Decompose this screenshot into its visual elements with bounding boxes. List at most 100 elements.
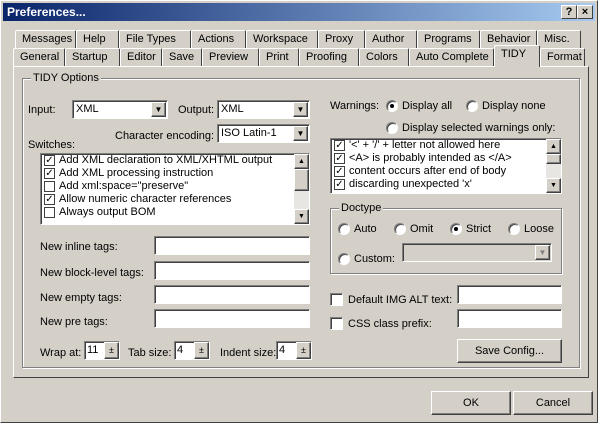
indent-label: Indent size: [220, 347, 277, 359]
switches-list[interactable]: ✓ Add XML declaration to XML/XHTML output… [40, 153, 310, 225]
preferences-window: Preferences... ? × Messages Help File Ty… [0, 0, 598, 423]
display-selected-radio[interactable] [386, 122, 398, 134]
default-alt-label: Default IMG ALT text: [348, 294, 453, 306]
encoding-select[interactable]: ISO Latin-1 ▼ [217, 124, 310, 143]
doctype-auto-radio[interactable] [338, 223, 350, 235]
doctype-loose-label[interactable]: Loose [524, 223, 554, 235]
display-none-label[interactable]: Display none [482, 100, 546, 112]
doctype-omit-label[interactable]: Omit [410, 223, 433, 235]
css-prefix-checkbox[interactable] [330, 317, 343, 330]
input-select[interactable]: XML ▼ [72, 100, 168, 119]
css-prefix-input[interactable] [457, 309, 562, 328]
default-alt-checkbox[interactable] [330, 293, 343, 306]
list-item[interactable]: Add xml:space="preserve" [41, 180, 309, 193]
tab-save[interactable]: Save [162, 48, 202, 67]
spin-icon[interactable]: ± [296, 342, 311, 359]
tab-help[interactable]: Help [76, 30, 119, 49]
list-item[interactable]: ✓ <A> is probably intended as </A> [331, 152, 561, 165]
doctype-auto-label[interactable]: Auto [354, 223, 377, 235]
scroll-down-icon[interactable]: ▼ [546, 178, 561, 193]
checkbox[interactable]: ✓ [334, 179, 345, 190]
close-icon[interactable]: × [577, 5, 593, 19]
tab-proxy[interactable]: Proxy [318, 30, 365, 49]
cancel-button[interactable]: Cancel [513, 391, 593, 415]
tab-startup[interactable]: Startup [65, 48, 120, 67]
display-none-radio[interactable] [466, 100, 478, 112]
list-item[interactable]: ✓ discarding unexpected 'x' [331, 178, 561, 191]
doctype-loose-radio[interactable] [508, 223, 520, 235]
chevron-down-icon[interactable]: ▼ [293, 102, 308, 117]
display-all-radio[interactable] [386, 100, 398, 112]
list-item[interactable]: ✓ content occurs after end of body [331, 165, 561, 178]
doctype-omit-radio[interactable] [394, 223, 406, 235]
doctype-custom-label[interactable]: Custom: [354, 253, 395, 265]
checkbox[interactable] [44, 207, 55, 218]
default-alt-input[interactable] [457, 285, 562, 304]
checkbox[interactable]: ✓ [334, 166, 345, 177]
chevron-down-icon[interactable]: ▼ [293, 126, 308, 141]
tab-editor[interactable]: Editor [120, 48, 162, 67]
help-icon[interactable]: ? [561, 5, 577, 19]
tab-proofing[interactable]: Proofing [299, 48, 359, 67]
checkbox[interactable]: ✓ [44, 194, 55, 205]
doctype-strict-label[interactable]: Strict [466, 223, 491, 235]
list-item[interactable]: ✓ Add XML processing instruction [41, 167, 309, 180]
display-all-label[interactable]: Display all [402, 100, 452, 112]
tab-programs[interactable]: Programs [417, 30, 480, 49]
empty-tags-input[interactable] [154, 285, 310, 304]
checkbox[interactable] [44, 181, 55, 192]
warnings-list[interactable]: ✓ '<' + '/' + letter not allowed here ✓ <A… [330, 138, 562, 194]
tab-misc[interactable]: Misc. [537, 30, 581, 49]
checkbox[interactable]: ✓ [334, 140, 345, 151]
scroll-down-icon[interactable]: ▼ [294, 209, 309, 224]
save-config-button[interactable]: Save Config... [457, 339, 562, 363]
block-tags-label: New block-level tags: [40, 267, 144, 279]
indent-stepper[interactable]: 4 ± [276, 341, 312, 360]
doctype-custom-radio[interactable] [338, 253, 350, 265]
scroll-thumb[interactable] [294, 169, 309, 191]
warnings-label: Warnings: [330, 100, 380, 112]
checkbox[interactable]: ✓ [44, 168, 55, 179]
inline-tags-input[interactable] [154, 236, 310, 255]
list-item[interactable]: ✓ Add XML declaration to XML/XHTML output [41, 154, 309, 167]
wrap-stepper[interactable]: 11 ± [84, 341, 120, 360]
tab-preview[interactable]: Preview [202, 48, 259, 67]
tab-actions[interactable]: Actions [191, 30, 246, 49]
pre-tags-input[interactable] [154, 309, 310, 328]
doctype-custom-select[interactable]: ▼ [402, 243, 552, 262]
warnings-scrollbar[interactable]: ▲ ▼ [546, 139, 561, 193]
checkbox[interactable]: ✓ [44, 155, 55, 166]
list-item[interactable]: ✓ Allow numeric character references [41, 193, 309, 206]
tab-file-types[interactable]: File Types [119, 30, 191, 49]
spin-icon[interactable]: ± [104, 342, 119, 359]
tab-messages[interactable]: Messages [15, 30, 76, 49]
empty-tags-label: New empty tags: [40, 292, 122, 304]
inline-tags-label: New inline tags: [40, 241, 118, 253]
tab-format[interactable]: Format [540, 48, 585, 67]
tab-print[interactable]: Print [259, 48, 299, 67]
chevron-down-icon[interactable]: ▼ [151, 102, 166, 117]
list-item[interactable]: ✓ '<' + '/' + letter not allowed here [331, 139, 561, 152]
tab-colors[interactable]: Colors [359, 48, 409, 67]
tab-general[interactable]: General [13, 48, 65, 67]
spin-icon[interactable]: ± [194, 342, 209, 359]
chevron-down-icon[interactable]: ▼ [535, 245, 550, 260]
tab-author[interactable]: Author [365, 30, 417, 49]
tab-size-stepper[interactable]: 4 ± [174, 341, 210, 360]
ok-button[interactable]: OK [431, 391, 511, 415]
display-selected-label[interactable]: Display selected warnings only: [402, 122, 555, 134]
tab-tidy[interactable]: TIDY [494, 45, 540, 67]
scroll-up-icon[interactable]: ▲ [546, 139, 561, 154]
scroll-up-icon[interactable]: ▲ [294, 154, 309, 169]
list-item[interactable]: Always output BOM [41, 206, 309, 219]
tab-workspace[interactable]: Workspace [246, 30, 318, 49]
scroll-thumb[interactable] [546, 154, 561, 164]
switches-scrollbar[interactable]: ▲ ▼ [294, 154, 309, 224]
tab-auto-complete[interactable]: Auto Complete [409, 48, 494, 67]
tidy-options-title: TIDY Options [31, 72, 101, 84]
doctype-strict-radio[interactable] [450, 223, 462, 235]
checkbox[interactable]: ✓ [334, 153, 345, 164]
output-select[interactable]: XML ▼ [217, 100, 310, 119]
block-tags-input[interactable] [154, 261, 310, 280]
title-bar[interactable]: Preferences... ? × [3, 3, 595, 21]
